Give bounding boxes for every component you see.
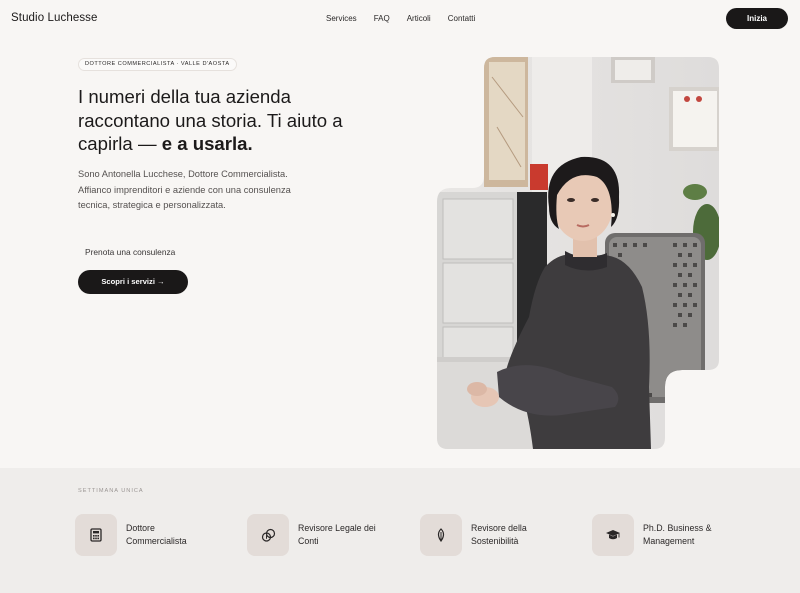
- section-label: SETTIMANA UNICA: [78, 488, 144, 494]
- discover-services-button[interactable]: Scopri i servizi →: [78, 270, 188, 294]
- nav-link-contatti[interactable]: Contatti: [448, 14, 476, 23]
- inizia-button[interactable]: Inizia: [726, 8, 788, 29]
- credential-item: Dottore Commercialista: [75, 514, 208, 556]
- brand-logo[interactable]: Studio Luchesse: [11, 12, 98, 24]
- hero-badge: DOTTORE COMMERCIALISTA · VALLE D'AOSTA: [78, 58, 237, 71]
- credential-label: Dottore Commercialista: [126, 523, 187, 546]
- hero-lead: Sono Antonella Lucchese, Dottore Commerc…: [78, 169, 291, 211]
- credential-item: Ph.D. Business & Management: [592, 514, 725, 556]
- nav-links: Services FAQ Articoli Contatti: [326, 14, 492, 23]
- credential-label: Revisore Legale dei Conti: [298, 523, 376, 546]
- nav-link-faq[interactable]: FAQ: [374, 14, 390, 23]
- book-consultation-link[interactable]: Prenota una consulenza: [85, 247, 175, 257]
- leaf-icon: [420, 514, 462, 556]
- coins-icon: [247, 514, 289, 556]
- credential-label: Ph.D. Business & Management: [643, 523, 712, 546]
- nav-link-articoli[interactable]: Articoli: [407, 14, 431, 23]
- credential-label: Revisore della Sostenibilità: [471, 523, 527, 546]
- calculator-icon: [75, 514, 117, 556]
- credential-item: Revisore Legale dei Conti: [247, 514, 380, 556]
- top-nav: Studio Luchesse Services FAQ Articoli Co…: [0, 0, 800, 38]
- credential-item: Revisore della Sostenibilità: [420, 514, 553, 556]
- headline-emphasis: e a usarla.: [161, 133, 253, 154]
- portrait-photo: [437, 57, 719, 449]
- nav-link-services[interactable]: Services: [326, 14, 357, 23]
- hero-headline: I numeri della tua azienda raccontano un…: [78, 85, 348, 156]
- graduation-cap-icon: [592, 514, 634, 556]
